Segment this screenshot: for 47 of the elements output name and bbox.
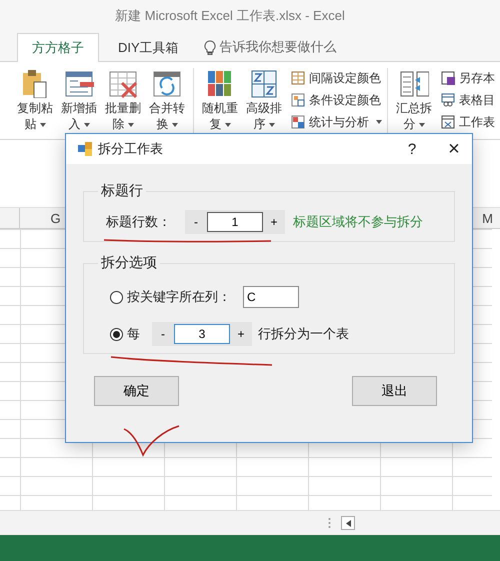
ribbon-button[interactable]: 批量删除 xyxy=(102,68,144,132)
lightbulb-icon xyxy=(204,40,216,54)
column-header[interactable]: G xyxy=(50,210,61,226)
save-copy-icon xyxy=(441,71,455,85)
grid-icon xyxy=(291,71,305,85)
ribbon-button[interactable]: 新增插入 xyxy=(58,68,100,132)
ribbon-button[interactable]: 表格目 xyxy=(441,90,495,110)
dialog-title: 拆分工作表 xyxy=(98,140,164,158)
dialog-button[interactable]: 确定 xyxy=(94,376,179,406)
worksheet-icon xyxy=(441,115,455,129)
radio-option[interactable]: 每 xyxy=(110,325,140,343)
conditional-format-icon xyxy=(291,93,305,107)
group-title: 拆分选项 xyxy=(100,254,158,272)
ribbon-tab[interactable]: 方方格子 xyxy=(17,33,99,62)
ribbon-button[interactable]: 另存本 xyxy=(441,68,495,88)
ribbon-button[interactable]: 高级排序 xyxy=(243,68,285,132)
number-field[interactable]: 1 xyxy=(207,212,263,232)
field-label: 标题行数： xyxy=(106,213,171,231)
help-button[interactable]: ? xyxy=(394,135,430,163)
ribbon-button[interactable]: 汇总拆分 xyxy=(393,68,435,132)
ribbon-button[interactable]: 统计与分析 xyxy=(291,112,382,132)
left-arrow-icon xyxy=(346,520,350,526)
number-field[interactable]: 3 xyxy=(174,324,230,344)
window-title: 新建 Microsoft Excel 工作表.xlsx - Excel xyxy=(115,7,345,25)
dialog-button[interactable]: 退出 xyxy=(352,376,437,406)
ribbon-button[interactable]: 合并转换 xyxy=(146,68,188,132)
grip-icon[interactable] xyxy=(328,517,331,529)
ribbon-tab[interactable]: DIY工具箱 xyxy=(103,33,194,62)
hint-text: 标题区域将不参与拆分 xyxy=(293,213,423,231)
group-title: 标题行 xyxy=(100,182,144,200)
tell-me-field[interactable]: 告诉我你想要做什么 xyxy=(204,33,337,61)
ribbon-button[interactable]: 间隔设定颜色 xyxy=(291,68,382,88)
close-button[interactable]: × xyxy=(436,135,472,163)
check-mark-drawing xyxy=(123,425,181,457)
ribbon-button[interactable]: 随机重复 xyxy=(199,68,241,132)
column-header[interactable]: M xyxy=(482,210,493,226)
scroll-left-button[interactable] xyxy=(341,516,355,530)
field-label: 行拆分为一个表 xyxy=(258,325,349,343)
column-field[interactable]: C xyxy=(243,286,299,308)
table-link-icon xyxy=(441,93,455,107)
app-icon xyxy=(78,142,92,156)
chart-table-icon xyxy=(291,115,305,129)
sort-grid-icon xyxy=(249,68,279,98)
ribbon-button[interactable]: 工作表 xyxy=(441,112,495,132)
ribbon-button[interactable]: 复制粘贴 xyxy=(14,68,56,132)
ribbon-button[interactable]: 条件设定颜色 xyxy=(291,90,382,110)
radio-option[interactable]: 按关键字所在列： xyxy=(110,288,231,306)
